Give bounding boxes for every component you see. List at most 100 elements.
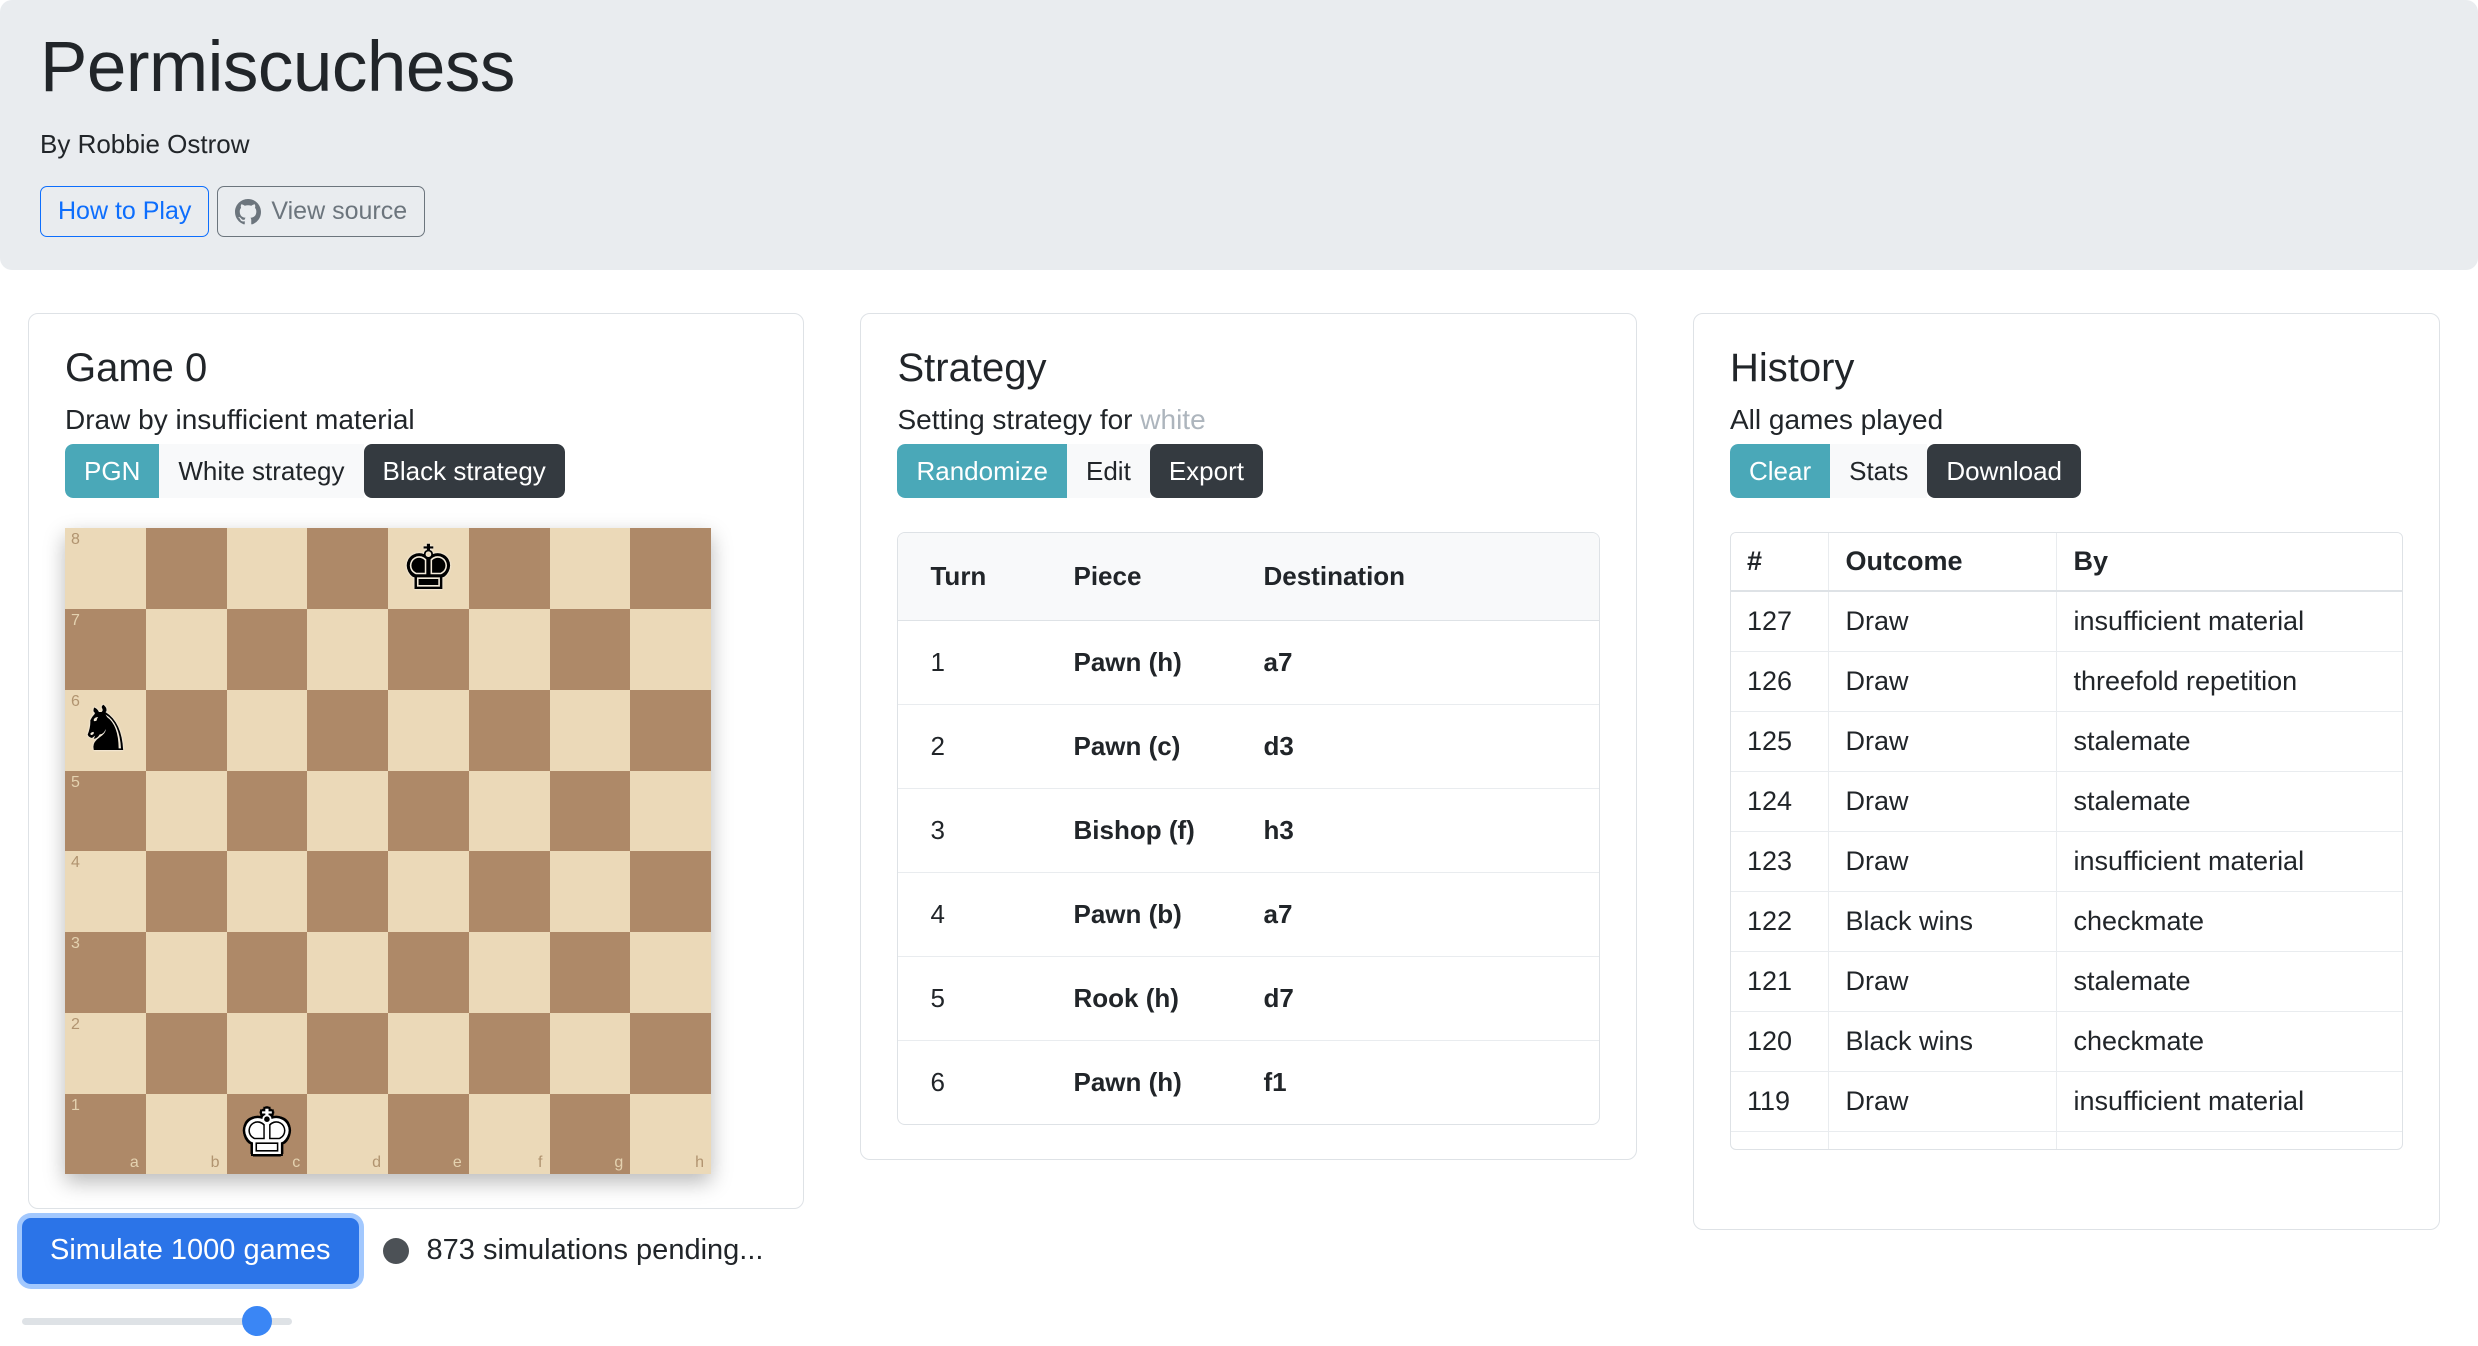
black-king-icon[interactable]: ♚ bbox=[388, 528, 469, 609]
board-square-c5[interactable] bbox=[226, 770, 308, 852]
strategy-table-row[interactable]: 2 Pawn (c) d3 bbox=[898, 704, 1599, 790]
history-table-row[interactable]: 119 Draw insufficient material bbox=[1730, 1071, 2403, 1133]
history-table-row[interactable]: 127 Draw insufficient material bbox=[1730, 591, 2403, 653]
board-square-g1[interactable]: g bbox=[549, 1093, 631, 1175]
board-square-g2[interactable] bbox=[549, 1012, 631, 1094]
board-square-b8[interactable] bbox=[145, 528, 227, 610]
board-square-b6[interactable] bbox=[145, 689, 227, 771]
board-square-h7[interactable] bbox=[630, 609, 711, 690]
strategy-table-row[interactable]: 4 Pawn (b) a7 bbox=[898, 872, 1599, 958]
board-square-e1[interactable]: e bbox=[388, 1093, 469, 1175]
board-square-c7[interactable] bbox=[226, 609, 308, 690]
board-square-h1[interactable]: h bbox=[630, 1093, 711, 1175]
board-square-d1[interactable]: d bbox=[307, 1093, 388, 1175]
board-square-c2[interactable] bbox=[226, 1012, 308, 1094]
board-square-f2[interactable] bbox=[468, 1012, 550, 1094]
board-square-e4[interactable] bbox=[388, 851, 469, 933]
chess-board[interactable]: 8 ♚ 7 6 ♞ 5 4 3 2 1 a b c ♚ d e f g h bbox=[65, 528, 711, 1175]
board-square-g5[interactable] bbox=[549, 770, 631, 852]
board-square-g8[interactable] bbox=[549, 528, 631, 610]
strategy-table-row[interactable]: 3 Bishop (f) h3 bbox=[898, 788, 1599, 874]
history-table-row[interactable]: 125 Draw stalemate bbox=[1730, 711, 2403, 773]
randomize-button[interactable]: Randomize bbox=[897, 444, 1067, 499]
board-square-d8[interactable] bbox=[307, 528, 388, 610]
how-to-play-button[interactable]: How to Play bbox=[40, 185, 210, 238]
board-square-g6[interactable] bbox=[549, 689, 631, 771]
board-square-b7[interactable] bbox=[145, 609, 227, 690]
board-square-f8[interactable] bbox=[468, 528, 550, 610]
stats-button[interactable]: Stats bbox=[1830, 444, 1928, 499]
board-square-g7[interactable] bbox=[549, 609, 631, 690]
board-square-e6[interactable] bbox=[388, 689, 469, 771]
board-square-a2[interactable]: 2 bbox=[65, 1012, 146, 1094]
rank-label-5: 5 bbox=[71, 773, 80, 791]
board-square-c1[interactable]: c ♚ bbox=[226, 1093, 308, 1175]
history-table-row[interactable]: 118Drawstalemate bbox=[1730, 1131, 2403, 1150]
board-square-e5[interactable] bbox=[388, 770, 469, 852]
export-button[interactable]: Export bbox=[1149, 444, 1263, 499]
board-square-f1[interactable]: f bbox=[468, 1093, 550, 1175]
history-table-row[interactable]: 124 Draw stalemate bbox=[1730, 771, 2403, 833]
history-table-row[interactable]: 121 Draw stalemate bbox=[1730, 951, 2403, 1013]
board-square-c6[interactable] bbox=[226, 689, 308, 771]
board-square-h4[interactable] bbox=[630, 851, 711, 933]
strategy-table-row[interactable]: 1 Pawn (h) a7 bbox=[898, 620, 1599, 706]
slider-thumb[interactable] bbox=[241, 1305, 272, 1336]
board-square-f7[interactable] bbox=[468, 609, 550, 690]
board-square-b4[interactable] bbox=[145, 851, 227, 933]
board-square-f3[interactable] bbox=[468, 932, 550, 1013]
board-square-d2[interactable] bbox=[307, 1012, 388, 1094]
board-square-h3[interactable] bbox=[630, 932, 711, 1013]
clear-button[interactable]: Clear bbox=[1729, 444, 1831, 499]
history-table-container[interactable]: # Outcome By 127 Draw insufficient materia… bbox=[1729, 532, 2404, 1151]
board-square-a7[interactable]: 7 bbox=[65, 609, 146, 690]
edit-button[interactable]: Edit bbox=[1067, 444, 1150, 499]
board-square-c3[interactable] bbox=[226, 932, 308, 1013]
board-square-d3[interactable] bbox=[307, 932, 388, 1013]
download-button[interactable]: Download bbox=[1927, 444, 2081, 499]
board-square-f4[interactable] bbox=[468, 851, 550, 933]
board-square-e8[interactable]: ♚ bbox=[388, 528, 469, 610]
simulation-count-slider[interactable] bbox=[22, 1305, 292, 1336]
white-strategy-button[interactable]: White strategy bbox=[159, 444, 364, 499]
board-square-b2[interactable] bbox=[145, 1012, 227, 1094]
board-square-a5[interactable]: 5 bbox=[65, 770, 146, 852]
board-square-d5[interactable] bbox=[307, 770, 388, 852]
board-square-b1[interactable]: b bbox=[145, 1093, 227, 1175]
board-square-e3[interactable] bbox=[388, 932, 469, 1013]
board-square-f5[interactable] bbox=[468, 770, 550, 852]
board-square-h6[interactable] bbox=[630, 689, 711, 771]
board-square-g3[interactable] bbox=[549, 932, 631, 1013]
board-square-h5[interactable] bbox=[630, 770, 711, 852]
board-square-e2[interactable] bbox=[388, 1012, 469, 1094]
strategy-table-row[interactable]: 5 Rook (h) d7 bbox=[898, 956, 1599, 1042]
history-table-row[interactable]: 123 Draw insufficient material bbox=[1730, 831, 2403, 893]
black-knight-icon[interactable]: ♞ bbox=[65, 690, 146, 771]
strategy-table-row[interactable]: 6 Pawn (h) f1 bbox=[898, 1041, 1598, 1125]
board-square-d7[interactable] bbox=[307, 609, 388, 690]
white-king-icon[interactable]: ♚ bbox=[227, 1094, 308, 1175]
board-square-b5[interactable] bbox=[145, 770, 227, 852]
board-square-d4[interactable] bbox=[307, 851, 388, 933]
board-square-a6[interactable]: 6 ♞ bbox=[65, 689, 146, 771]
board-square-e7[interactable] bbox=[388, 609, 469, 690]
board-square-a4[interactable]: 4 bbox=[65, 851, 146, 933]
simulate-button[interactable]: Simulate 1000 games bbox=[22, 1218, 359, 1284]
view-source-button[interactable]: View source bbox=[217, 185, 426, 238]
history-table-row[interactable]: 120 Black wins checkmate bbox=[1730, 1011, 2403, 1073]
board-square-a1[interactable]: 1a bbox=[65, 1093, 146, 1175]
board-square-h8[interactable] bbox=[630, 528, 711, 610]
black-strategy-button[interactable]: Black strategy bbox=[363, 444, 565, 499]
board-square-g4[interactable] bbox=[549, 851, 631, 933]
board-square-d6[interactable] bbox=[307, 689, 388, 771]
board-square-f6[interactable] bbox=[468, 689, 550, 771]
pgn-button[interactable]: PGN bbox=[65, 444, 160, 499]
board-square-b3[interactable] bbox=[145, 932, 227, 1013]
history-table-row[interactable]: 122 Black wins checkmate bbox=[1730, 891, 2403, 953]
board-square-a8[interactable]: 8 bbox=[65, 528, 146, 610]
history-table-row[interactable]: 126 Draw threefold repetition bbox=[1730, 651, 2403, 713]
board-square-a3[interactable]: 3 bbox=[65, 932, 146, 1013]
board-square-c4[interactable] bbox=[226, 851, 308, 933]
board-square-c8[interactable] bbox=[226, 528, 308, 610]
board-square-h2[interactable] bbox=[630, 1012, 711, 1094]
